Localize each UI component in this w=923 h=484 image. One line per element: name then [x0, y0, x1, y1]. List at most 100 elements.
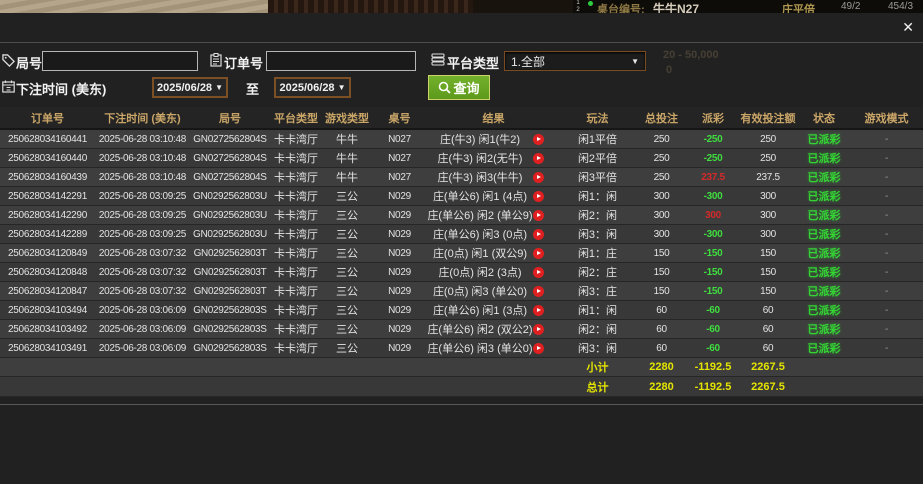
summary-valid-bet: 2267.5	[738, 376, 798, 397]
result-text: 庄(单公6) 闲3 (0点)	[432, 229, 528, 241]
replay-video-icon[interactable]	[533, 266, 544, 278]
cell-valid-bet: 237.5	[738, 167, 798, 187]
cell-play-type: 闲3：闲	[560, 338, 635, 358]
summary-payout: -1192.5	[688, 376, 738, 397]
date-to-picker[interactable]: 2025/06/28 ▼	[274, 77, 351, 98]
replay-video-icon[interactable]	[533, 342, 544, 354]
cell-table-number: N029	[372, 243, 427, 263]
summary-label: 总计	[560, 376, 635, 397]
dark-background	[473, 0, 573, 13]
cell-status: 已派彩	[798, 148, 850, 168]
cell-table-number: N027	[372, 129, 427, 149]
cell-valid-bet: 300	[738, 186, 798, 206]
game-page-background: 1 2 桌台编号: 牛牛N27 庄平倍 49/2 454/3	[0, 0, 923, 13]
table-row: 250628034103494 2025-06-28 03:06:09 GN0292…	[0, 300, 923, 320]
replay-video-icon[interactable]	[533, 171, 544, 183]
summary-empty	[798, 376, 850, 397]
result-text: 庄(0点) 闲3 (单公0)	[432, 286, 528, 298]
cell-platform-type: 卡卡湾厅	[270, 186, 322, 206]
cell-table-number: N029	[372, 281, 427, 301]
cell-platform-type: 卡卡湾厅	[270, 205, 322, 225]
cell-result: 庄(单公6) 闲3 (单公0)	[427, 338, 560, 358]
cell-result: 庄(牛3) 闲1(牛2)	[427, 129, 560, 149]
cell-result: 庄(单公6) 闲2 (单公9)	[427, 205, 560, 225]
replay-video-icon[interactable]	[533, 285, 544, 297]
cell-valid-bet: 150	[738, 281, 798, 301]
cell-game-type: 三公	[322, 338, 372, 358]
header-play-type: 玩法	[560, 107, 635, 130]
date-to-value: 2025/06/28	[279, 81, 335, 94]
cell-total-bet: 300	[635, 186, 688, 206]
replay-video-icon[interactable]	[533, 323, 544, 335]
subtotal-row: 小计 2280 -1192.5 2267.5	[0, 357, 923, 377]
result-text: 庄(单公6) 闲3 (单公0)	[427, 343, 533, 355]
cell-total-bet: 60	[635, 338, 688, 358]
round-number-input[interactable]	[42, 51, 198, 71]
chevron-down-icon: ▼	[215, 83, 223, 92]
cell-order-number: 250628034120848	[0, 262, 95, 282]
cell-game-mode: -	[850, 281, 923, 301]
cell-round-number: GN0292562803S	[190, 319, 270, 339]
table-row: 250628034103492 2025-06-28 03:06:09 GN0292…	[0, 319, 923, 339]
divider	[0, 404, 923, 405]
cell-table-number: N027	[372, 148, 427, 168]
online-status-dot	[588, 1, 593, 6]
replay-video-icon[interactable]	[533, 190, 544, 202]
cell-payout: -150	[688, 281, 738, 301]
cell-payout: -150	[688, 262, 738, 282]
replay-video-icon[interactable]	[533, 133, 544, 145]
replay-video-icon[interactable]	[533, 247, 544, 259]
cell-result: 庄(0点) 闲1 (双公9)	[427, 243, 560, 263]
replay-video-icon[interactable]	[533, 152, 544, 164]
tag-icon	[2, 54, 15, 67]
order-number-input[interactable]	[266, 51, 416, 71]
cell-platform-type: 卡卡湾厅	[270, 262, 322, 282]
cell-round-number: GN0272562804S	[190, 129, 270, 149]
date-from-value: 2025/06/28	[157, 81, 213, 94]
betting-history-screen: 1 2 桌台编号: 牛牛N27 庄平倍 49/2 454/3 ✕ 20 - 50…	[0, 0, 923, 484]
summary-empty	[850, 376, 923, 397]
cell-result: 庄(单公6) 闲1 (3点)	[427, 300, 560, 320]
platform-stack-icon	[431, 53, 445, 66]
cell-play-type: 闲3：闲	[560, 224, 635, 244]
cell-game-mode: -	[850, 300, 923, 320]
result-text: 庄(单公6) 闲1 (4点)	[432, 191, 528, 203]
date-from-picker[interactable]: 2025/06/28 ▼	[152, 77, 228, 98]
cell-status: 已派彩	[798, 262, 850, 282]
cell-game-mode: -	[850, 148, 923, 168]
cell-result: 庄(单公6) 闲3 (0点)	[427, 224, 560, 244]
table-row: 250628034160440 2025-06-28 03:10:48 GN0272…	[0, 148, 923, 168]
close-icon[interactable]: ✕	[902, 20, 914, 34]
cell-result: 庄(牛3) 闲3(牛牛)	[427, 167, 560, 187]
cell-valid-bet: 150	[738, 243, 798, 263]
replay-video-icon[interactable]	[533, 209, 544, 221]
summary-total-bet: 2280	[635, 376, 688, 397]
cell-bet-time: 2025-06-28 03:06:09	[95, 338, 190, 358]
cell-payout: 237.5	[688, 167, 738, 187]
cell-round-number: GN0292562803S	[190, 338, 270, 358]
cell-bet-time: 2025-06-28 03:07:32	[95, 281, 190, 301]
cell-game-type: 牛牛	[322, 167, 372, 187]
search-icon	[438, 81, 452, 94]
header-table-number: 桌号	[372, 107, 427, 130]
platform-type-value: 1.全部	[511, 54, 546, 69]
platform-type-label: 平台类型	[447, 56, 500, 71]
summary-spacer	[0, 376, 560, 397]
table-row: 250628034120849 2025-06-28 03:07:32 GN0292…	[0, 243, 923, 263]
betting-record-modal: ✕ 20 - 50,000 0 局号 订单号 平台类型 1.全部 ▼ 下注时间 …	[0, 13, 923, 484]
cell-platform-type: 卡卡湾厅	[270, 224, 322, 244]
replay-video-icon[interactable]	[533, 304, 544, 316]
cell-game-mode: -	[850, 243, 923, 263]
cell-play-type: 闲2：闲	[560, 319, 635, 339]
cell-total-bet: 60	[635, 300, 688, 320]
replay-video-icon[interactable]	[533, 228, 544, 240]
cell-platform-type: 卡卡湾厅	[270, 148, 322, 168]
cell-play-type: 闲2：庄	[560, 262, 635, 282]
cell-play-type: 闲2：闲	[560, 205, 635, 225]
platform-type-select[interactable]: 1.全部 ▼	[504, 51, 646, 71]
query-button[interactable]: 查询	[428, 75, 490, 100]
cell-valid-bet: 300	[738, 205, 798, 225]
cell-bet-time: 2025-06-28 03:09:25	[95, 205, 190, 225]
header-round-number: 局号	[190, 107, 270, 130]
cell-round-number: GN0292562803U	[190, 205, 270, 225]
